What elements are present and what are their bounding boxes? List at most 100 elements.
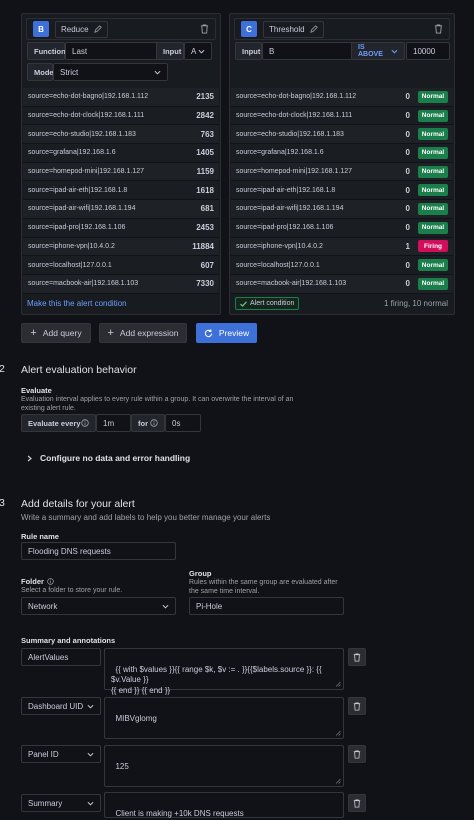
threshold-summary: 1 firing, 10 normal xyxy=(383,299,448,308)
annotation-value-textarea[interactable]: Client is making +10k DNS requests xyxy=(104,792,344,818)
evaluate-every-input[interactable]: 1m xyxy=(96,414,131,432)
state-badge: Normal xyxy=(418,277,448,290)
state-badge: Firing xyxy=(418,240,448,253)
threshold-input-label: Input xyxy=(235,42,262,60)
annotation-key-value: Panel ID xyxy=(28,749,59,759)
annotation-key-select[interactable]: Panel ID xyxy=(21,745,101,763)
state-badge: Normal xyxy=(418,259,448,272)
result-row: source=ipad-pro|192.168.1.106 0 Normal xyxy=(231,218,453,238)
threshold-input-value: B xyxy=(269,46,275,56)
mode-label: Mode xyxy=(27,63,54,81)
result-row: source=iphone-vpn|10.4.0.2 11884 xyxy=(23,237,219,257)
query-b-panel: B Reduce Function Last Input Input A Mod… xyxy=(21,13,221,315)
state-badge: Normal xyxy=(418,109,448,122)
query-c-panel: C Threshold Input B IS ABOVE 10000 sourc… xyxy=(229,13,455,315)
nodata-toggle[interactable]: Configure no data and error handling xyxy=(27,453,190,463)
annotation-value-text: MIBVglomg xyxy=(115,713,157,723)
delete-annotation-button[interactable] xyxy=(348,648,366,666)
result-value: 0 xyxy=(405,92,410,102)
result-row: source=echo-dot-bagno|192.168.1.112 2135 xyxy=(23,88,219,107)
annotation-key-select[interactable]: Summary xyxy=(21,794,101,812)
for-input[interactable]: 0s xyxy=(165,414,201,432)
plus-icon: + xyxy=(30,327,37,339)
chevron-down-icon xyxy=(391,49,398,54)
preview-label: Preview xyxy=(218,328,250,338)
resize-grip-icon[interactable] xyxy=(335,778,341,784)
query-c-name[interactable]: Threshold xyxy=(263,20,324,38)
query-c-results: source=echo-dot-bagno|192.168.1.112 0 Norm… xyxy=(231,88,453,294)
annotation-key-select[interactable]: AlertValues xyxy=(21,648,101,666)
result-source: source=iphone-vpn|10.4.0.2 xyxy=(236,242,323,250)
evaluate-every-label: Evaluate every xyxy=(21,414,96,432)
add-expression-label: Add expression xyxy=(119,328,179,338)
result-row: source=ipad-air-wifi|192.168.1.194 0 Norma… xyxy=(231,200,453,219)
chevron-down-icon xyxy=(198,49,205,54)
chevron-down-icon xyxy=(162,604,169,609)
function-label: Function xyxy=(27,42,66,60)
annotations-title: Summary and annotations xyxy=(21,636,116,645)
result-source: source=echo-dot-bagno|192.168.1.112 xyxy=(28,93,149,101)
add-query-button[interactable]: + Add query xyxy=(21,323,91,343)
alert-condition-label: Alert condition xyxy=(250,300,295,307)
result-value: 681 xyxy=(200,204,214,214)
result-source: source=ipad-air-eth|192.168.1.8 xyxy=(236,186,336,194)
threshold-operator-value: IS ABOVE xyxy=(358,44,383,58)
result-row: source=macbook-air|192.168.1.103 0 Normal xyxy=(231,274,453,294)
result-source: source=ipad-air-eth|192.168.1.8 xyxy=(28,186,128,194)
threshold-operator-select[interactable]: IS ABOVE xyxy=(351,42,405,60)
result-value: 0 xyxy=(405,148,410,158)
threshold-value-input[interactable]: 10000 xyxy=(406,42,450,60)
annotation-key-value: AlertValues xyxy=(28,652,69,662)
trash-icon[interactable] xyxy=(434,24,443,34)
delete-annotation-button[interactable] xyxy=(348,794,366,812)
annotation-key-value: Summary xyxy=(28,798,63,808)
result-value: 763 xyxy=(200,129,214,139)
query-c-letter: C xyxy=(241,21,257,37)
delete-annotation-button[interactable] xyxy=(348,697,366,715)
step-2-number: 2 xyxy=(0,363,5,375)
result-source: source=echo-studio|192.168.1.183 xyxy=(28,130,136,138)
resize-grip-icon[interactable] xyxy=(335,730,341,736)
trash-icon xyxy=(353,750,361,758)
preview-button[interactable]: Preview xyxy=(196,323,257,343)
result-row: source=echo-studio|192.168.1.183 0 Normal xyxy=(231,125,453,145)
make-alert-condition-link[interactable]: Make this the alert condition xyxy=(27,299,127,308)
mode-select[interactable]: Strict xyxy=(53,63,168,81)
result-value: 1 xyxy=(405,241,410,251)
trash-icon[interactable] xyxy=(200,24,209,34)
resize-grip-icon[interactable] xyxy=(335,681,341,687)
result-value: 1405 xyxy=(196,148,214,158)
annotation-value-textarea[interactable]: {{ with $values }}{{ range $k, $v := . }… xyxy=(104,648,344,695)
edit-pencil-icon[interactable] xyxy=(309,25,318,33)
result-row: source=localhost|127.0.0.1 0 Normal xyxy=(231,256,453,275)
folder-select[interactable]: Network xyxy=(21,597,176,615)
annotation-key-select[interactable]: Dashboard UID xyxy=(21,697,101,715)
annotation-value-textarea[interactable]: MIBVglomg xyxy=(104,697,344,739)
result-source: source=iphone-vpn|10.4.0.2 xyxy=(28,242,115,250)
step-3-title: Add details for your alert xyxy=(21,498,135,510)
result-value: 2135 xyxy=(196,92,214,102)
for-label: for xyxy=(131,414,165,432)
step-3-subtitle: Write a summary and add labels to help y… xyxy=(21,513,271,522)
annotation-key-value: Dashboard UID xyxy=(28,701,84,711)
chevron-right-icon xyxy=(27,455,32,461)
result-source: source=macbook-air|192.168.1.103 xyxy=(236,280,347,288)
annotation-value-textarea[interactable]: 125 xyxy=(104,745,344,787)
group-input[interactable]: Pi-Hole xyxy=(189,597,344,615)
result-row: source=macbook-air|192.168.1.103 7330 xyxy=(23,274,219,294)
result-value: 7330 xyxy=(196,279,214,289)
edit-pencil-icon[interactable] xyxy=(93,25,102,33)
result-row: source=ipad-air-eth|192.168.1.8 1618 xyxy=(23,181,219,201)
input-select[interactable]: A xyxy=(184,42,212,60)
group-description: Rules within the same group are evaluate… xyxy=(189,579,338,595)
rule-name-input[interactable]: Flooding DNS requests xyxy=(21,542,176,560)
state-badge: Normal xyxy=(418,90,448,103)
query-b-name[interactable]: Reduce xyxy=(55,20,108,38)
add-expression-button[interactable]: + Add expression xyxy=(99,323,187,343)
result-source: source=echo-dot-clock|192.168.1.111 xyxy=(236,112,353,120)
state-badge: Normal xyxy=(418,221,448,234)
result-value: 0 xyxy=(405,111,410,121)
result-row: source=grafana|192.168.1.6 1405 xyxy=(23,144,219,163)
evaluate-every-text: Evaluate every xyxy=(28,418,81,428)
delete-annotation-button[interactable] xyxy=(348,745,366,763)
